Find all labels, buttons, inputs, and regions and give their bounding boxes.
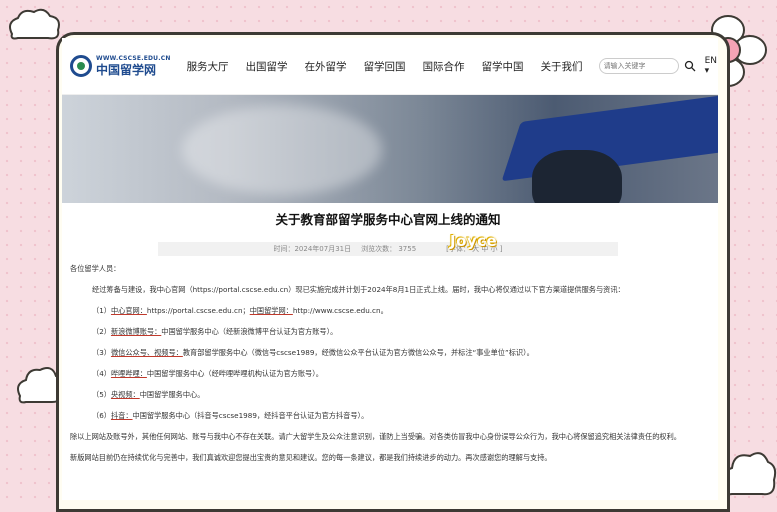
item-label: 新浪微博账号： [110, 327, 162, 336]
menu-item-international[interactable]: 国际合作 [423, 59, 465, 74]
item-text[interactable]: http://www.cscse.edu.cn。 [293, 306, 388, 315]
item-label: 央视频： [110, 390, 140, 399]
item-text: 中国留学服务中心（经新浪微博平台认证为官方账号）。 [161, 327, 338, 336]
item-text: 教育部留学服务中心（微信号cscse1989，经微信公众平台认证为官方微信公众号… [182, 348, 534, 357]
menu-item-study-in-china[interactable]: 留学中国 [482, 59, 524, 74]
article-title: 关于教育部留学服务中心官网上线的通知 [275, 212, 501, 227]
item-number: （1） [92, 306, 111, 315]
web-page: WWW.CSCSE.EDU.CN 中国留学网 服务大厅 出国留学 在外留学 留学… [62, 38, 718, 500]
item-number: （5） [92, 390, 111, 399]
item-number: （2） [92, 327, 111, 336]
site-logo[interactable]: WWW.CSCSE.EDU.CN 中国留学网 [70, 55, 171, 77]
language-switch[interactable]: EN ▾ [705, 56, 717, 76]
intro-paragraph: 经过筹备与建设，我中心官网（https://portal.cscse.edu.c… [92, 285, 625, 294]
search-input[interactable] [603, 62, 674, 70]
logo-text: WWW.CSCSE.EDU.CN 中国留学网 [96, 55, 171, 77]
item-number: （6） [92, 411, 111, 420]
list-item: （1）中心官网：https://portal.cscse.edu.cn；中国留学… [70, 306, 706, 316]
search-box [598, 58, 696, 74]
article-meta: 时间：2024年07月31日 浏览次数： 3755 [字体： 大 中 小 ] J… [158, 232, 618, 256]
closing-paragraph: 新版网站目前仍在持续优化与完善中，我们真诚欢迎您提出宝贵的意见和建议。您的每一条… [70, 453, 552, 462]
item-label: 哔哩哔哩： [110, 369, 147, 378]
article: 关于教育部留学服务中心官网上线的通知 时间：2024年07月31日 浏览次数： … [62, 203, 718, 463]
list-item: （5）央视频：中国留学服务中心。 [70, 390, 706, 400]
item-text: 中国留学服务中心。 [139, 390, 205, 399]
item-text: 中国留学服务中心（抖音号cscse1989，经抖音平台认证为官方抖音号）。 [132, 411, 369, 420]
item-label: 微信公众号、视频号： [110, 348, 183, 357]
item-text[interactable]: https://portal.cscse.edu.cn； [147, 306, 250, 315]
graduate-silhouette [532, 150, 622, 203]
item-text: 中国留学服务中心（经哔哩哔哩机构认证为官方账号）。 [146, 369, 323, 378]
cloud-decoration-top-left [9, 8, 60, 40]
menu-item-about-us[interactable]: 关于我们 [541, 59, 583, 74]
publish-time: 时间：2024年07月31日 [273, 245, 352, 253]
top-navigation: WWW.CSCSE.EDU.CN 中国留学网 服务大厅 出国留学 在外留学 留学… [62, 38, 718, 95]
list-item: （4）哔哩哔哩：中国留学服务中心（经哔哩哔哩机构认证为官方账号）。 [70, 369, 706, 379]
item-label: 中国留学网： [249, 306, 293, 315]
item-number: （4） [92, 369, 111, 378]
list-item: （6）抖音：中国留学服务中心（抖音号cscse1989，经抖音平台认证为官方抖音… [70, 411, 706, 421]
view-count: 浏览次数： 3755 [361, 245, 417, 253]
main-menu: 服务大厅 出国留学 在外留学 留学回国 国际合作 留学中国 关于我们 [187, 59, 583, 74]
menu-item-study-abroad[interactable]: 出国留学 [246, 59, 288, 74]
logo-url: WWW.CSCSE.EDU.CN [96, 55, 171, 62]
item-label: 中心官网： [110, 306, 147, 315]
menu-item-service-hall[interactable]: 服务大厅 [187, 59, 229, 74]
outro-paragraph: 除以上网站及账号外，其他任何网站、账号与我中心不存在关联。请广大留学生及公众注意… [70, 432, 681, 441]
item-number: （3） [92, 348, 111, 357]
item-label: 抖音： [110, 411, 133, 420]
list-item: （3）微信公众号、视频号：教育部留学服务中心（微信号cscse1989，经微信公… [70, 348, 706, 358]
menu-item-return[interactable]: 留学回国 [364, 59, 406, 74]
list-item: （2）新浪微博账号：中国留学服务中心（经新浪微博平台认证为官方账号）。 [70, 327, 706, 337]
hero-banner [62, 95, 718, 203]
logo-emblem-icon [70, 55, 92, 77]
search-icon[interactable] [684, 60, 696, 72]
logo-name: 中国留学网 [96, 63, 157, 77]
banner-light [182, 105, 382, 195]
watermark-text: Joyce [450, 232, 498, 250]
menu-item-studying-abroad[interactable]: 在外留学 [305, 59, 347, 74]
greeting: 各位留学人员： [70, 264, 121, 273]
